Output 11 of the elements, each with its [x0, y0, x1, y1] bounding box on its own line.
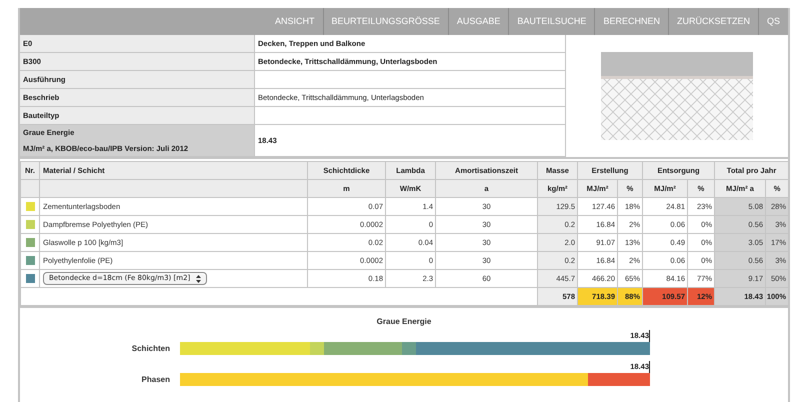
bar-label: Schichten — [130, 343, 171, 355]
nav-tab[interactable]: ANSICHT — [267, 8, 323, 35]
nav-tab[interactable]: BAUTEILSUCHE — [508, 8, 594, 35]
bar-label: Phasen — [140, 374, 171, 386]
nav-tab[interactable]: BERECHNEN — [594, 8, 668, 35]
nav-tab[interactable]: AUSGABE — [448, 8, 508, 35]
chart-title: Graue Energie — [376, 316, 432, 328]
nav-tab[interactable]: BEURTEILUNGSGRÖSSE — [322, 8, 448, 35]
stepper-icon — [196, 274, 202, 282]
nav-tab[interactable]: QS — [758, 8, 788, 35]
nav-tab[interactable]: ZURÜCKSETZEN — [668, 8, 758, 35]
